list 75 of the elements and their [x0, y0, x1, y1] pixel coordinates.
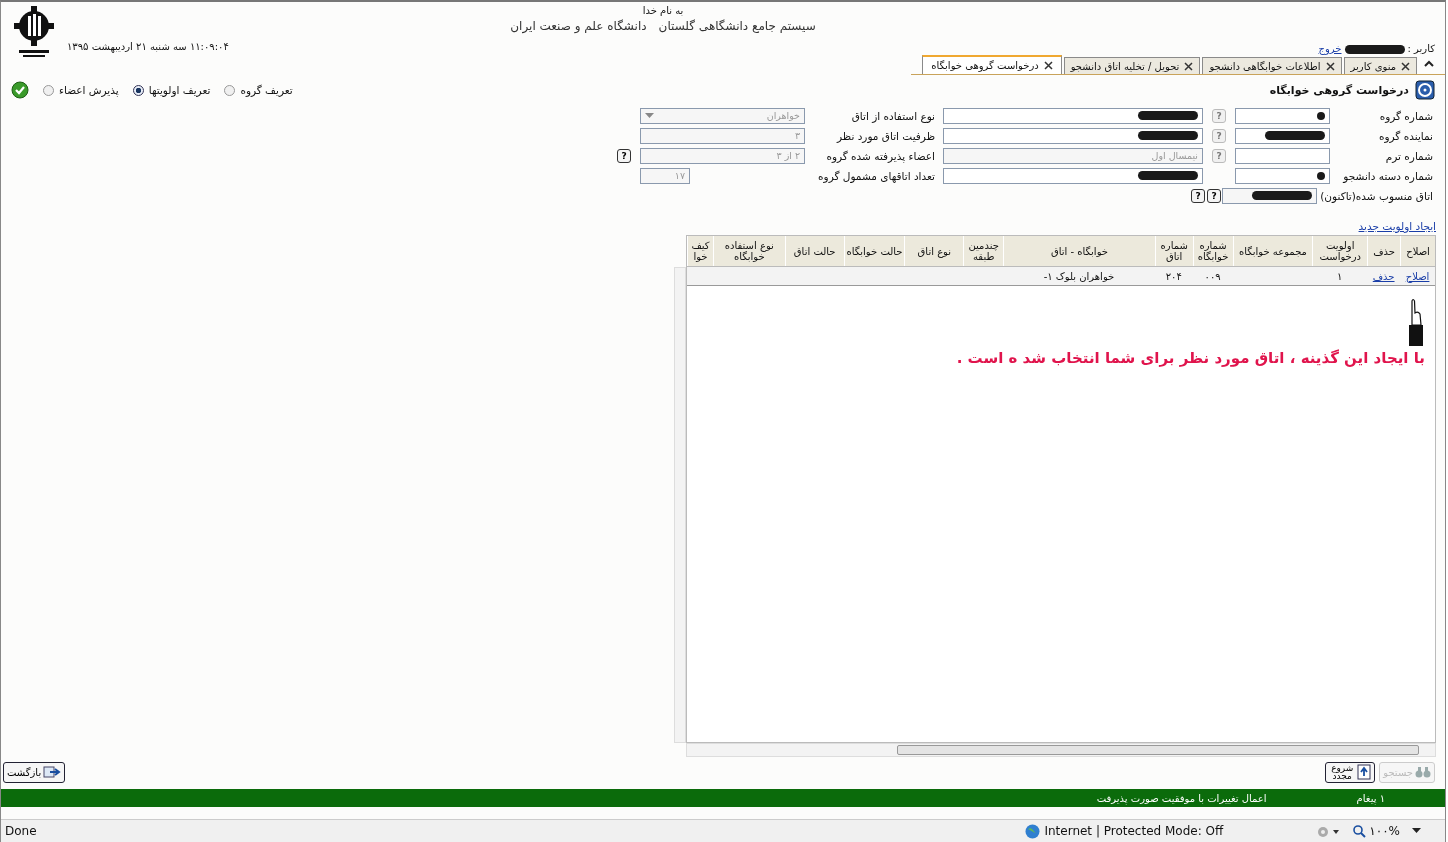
- input-field[interactable]: [943, 127, 1203, 144]
- restart-button[interactable]: شروع مجدد: [1325, 761, 1376, 783]
- logo-icon: [11, 4, 57, 60]
- help-button[interactable]: ?: [1191, 188, 1206, 203]
- column-header: کیف خوا: [687, 236, 713, 266]
- table-cell-text: خواهران بلوک ۱-: [1042, 269, 1116, 284]
- caret-icon[interactable]: [1412, 828, 1421, 834]
- hint-text: با ایجاد این گذینه ، اتاق مورد نظر برای شما انتخاب شد ه است .: [956, 349, 1425, 367]
- radio-option[interactable]: تعریف گروه: [224, 84, 293, 96]
- field-label: شماره دسته دانشجو: [1341, 169, 1433, 182]
- message-text: اعمال تغییرات با موفقیت صورت پذیرفت: [1096, 792, 1267, 804]
- header-caption: به نام خدا: [642, 5, 684, 16]
- input-field[interactable]: [1235, 147, 1330, 164]
- close-icon[interactable]: [1043, 61, 1053, 70]
- binoculars-icon: [1415, 766, 1431, 778]
- column-header: شماره اتاق: [1154, 236, 1193, 266]
- field-label: اعضاء پذیرفته شده گروه: [825, 149, 936, 162]
- table-link[interactable]: حذف: [1372, 270, 1395, 282]
- new-priority-link[interactable]: ایجاد اولویت جدید: [1358, 220, 1436, 232]
- page-title: درخواست گروهی خوابگاه: [1269, 83, 1409, 97]
- column-header: نوع اتاق: [904, 236, 964, 266]
- back-button[interactable]: بازگشت: [3, 761, 66, 783]
- university-name: دانشگاه علم و صنعت ایران: [510, 19, 647, 33]
- column-header: شماره خوابگاه: [1192, 236, 1233, 266]
- column-header: نوع استفاده خوابگاه: [712, 236, 785, 266]
- field-label: نماینده گروه: [1378, 129, 1433, 142]
- column-header: مجموعه خوابگاه: [1232, 236, 1313, 266]
- field-label: تعداد اتاقهای مشمول گروه: [817, 169, 936, 182]
- radio-option[interactable]: تعریف اولویتها: [132, 84, 211, 96]
- radio-option[interactable]: پذیرش اعضاء: [43, 84, 119, 96]
- check-icon[interactable]: [11, 81, 29, 99]
- logout-link[interactable]: خروج: [1318, 43, 1342, 54]
- tab[interactable]: اطلاعات خوابگاهی دانشجو: [1202, 57, 1342, 74]
- user-label: کاربر :: [1407, 43, 1435, 54]
- column-header: اولویت درخواست: [1312, 236, 1368, 266]
- security-zone-text: Internet | Protected Mode: Off: [1044, 824, 1224, 838]
- system-title: سیستم جامع دانشگاهی گلستان: [658, 19, 816, 33]
- input-field[interactable]: [1235, 167, 1330, 184]
- vertical-scrollbar[interactable]: [674, 267, 686, 743]
- globe-icon: [1025, 823, 1041, 839]
- input-field[interactable]: [1235, 107, 1330, 124]
- tab[interactable]: تحویل / تخلیه اتاق دانشجو: [1063, 57, 1201, 74]
- column-header: اصلاح: [1400, 236, 1435, 266]
- field-label: نوع استفاده از اتاق: [850, 109, 936, 122]
- message-count: ۱ پیغام: [1356, 792, 1385, 804]
- document-arrow-icon: [1357, 764, 1372, 780]
- field-label: شماره گروه: [1378, 109, 1433, 122]
- table-link[interactable]: اصلاح: [1405, 270, 1430, 282]
- input-field[interactable]: [943, 167, 1203, 184]
- column-header: خوابگاه - اتاق: [1003, 236, 1155, 266]
- input-field[interactable]: [1235, 127, 1330, 144]
- caret-icon: [645, 112, 654, 119]
- column-header: حالت اتاق: [784, 236, 844, 266]
- table-cell-text: ۰۰۹: [1203, 269, 1222, 284]
- column-header: چندمین طبقه: [963, 236, 1004, 266]
- help-button[interactable]: ?: [1207, 188, 1222, 203]
- field-label: اتاق منسوب شده(تاکنون): [1319, 189, 1433, 202]
- input-field[interactable]: [943, 107, 1203, 124]
- horizontal-scrollbar[interactable]: [686, 743, 1436, 757]
- close-icon[interactable]: [1184, 61, 1194, 71]
- table-cell-text: ۱: [1336, 269, 1344, 284]
- tab[interactable]: منوی کاربر: [1343, 57, 1417, 74]
- field-label: ظرفیت اتاق مورد نظر: [835, 129, 936, 142]
- magnifier-icon: [1353, 824, 1367, 838]
- field-label: شماره ترم: [1384, 149, 1433, 162]
- arrow-right-icon: [43, 765, 62, 779]
- date-time-text: ۱۱:۰۹:۰۴ سه شنبه ۲۱ اردیبهشت ۱۳۹۵: [67, 41, 229, 52]
- close-icon[interactable]: [1325, 61, 1335, 71]
- zoom-control[interactable]: ۱۰۰%: [1353, 824, 1400, 838]
- table-cell-text: ۲۰۴: [1164, 269, 1183, 284]
- close-icon[interactable]: [1401, 61, 1410, 71]
- column-header: حذف: [1367, 236, 1401, 266]
- tab[interactable]: درخواست گروهی خوابگاه: [922, 55, 1062, 74]
- status-text: Done: [5, 824, 37, 838]
- column-header: حالت خوابگاه: [843, 236, 905, 266]
